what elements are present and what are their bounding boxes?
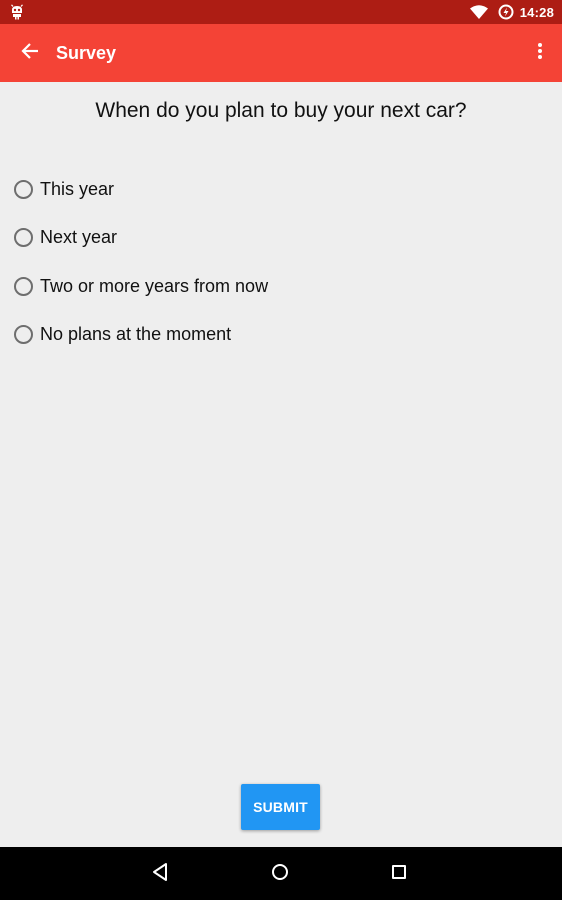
status-bar: 14:28 bbox=[0, 0, 562, 24]
battery-charging-icon bbox=[498, 4, 514, 20]
recents-square-icon bbox=[391, 864, 407, 885]
submit-button[interactable]: SUBMIT bbox=[241, 784, 320, 830]
home-circle-icon bbox=[271, 863, 289, 886]
option-two-or-more-years[interactable]: Two or more years from now bbox=[14, 271, 534, 301]
navigation-bar bbox=[0, 847, 562, 900]
option-next-year[interactable]: Next year bbox=[14, 223, 534, 253]
app-bar: Survey bbox=[0, 24, 562, 82]
option-label: Two or more years from now bbox=[40, 275, 269, 296]
survey-content: When do you plan to buy your next car? T… bbox=[0, 82, 562, 847]
survey-options: This year Next year Two or more years fr… bbox=[14, 174, 534, 368]
page-title: Survey bbox=[56, 43, 117, 63]
radio-button[interactable] bbox=[14, 179, 33, 199]
survey-question: When do you plan to buy your next car? bbox=[95, 99, 467, 122]
back-button[interactable] bbox=[14, 37, 46, 69]
radio-button[interactable] bbox=[14, 325, 33, 344]
option-label: No plans at the moment bbox=[40, 324, 232, 344]
back-triangle-icon bbox=[151, 862, 169, 887]
radio-button[interactable] bbox=[14, 228, 33, 247]
overflow-menu-button[interactable] bbox=[528, 37, 552, 69]
nav-home-button[interactable] bbox=[266, 860, 294, 888]
wifi-icon bbox=[469, 5, 488, 19]
arrow-back-icon bbox=[21, 42, 39, 64]
android-notification-icon bbox=[9, 4, 25, 20]
option-no-plans[interactable]: No plans at the moment bbox=[14, 320, 534, 350]
option-label: This year bbox=[40, 178, 115, 199]
more-vert-icon bbox=[537, 42, 543, 65]
status-clock: 14:28 bbox=[519, 4, 554, 20]
nav-back-button[interactable] bbox=[146, 860, 174, 888]
option-label: Next year bbox=[40, 227, 118, 247]
radio-button[interactable] bbox=[14, 276, 33, 296]
nav-recents-button[interactable] bbox=[385, 860, 413, 888]
option-this-year[interactable]: This year bbox=[14, 174, 534, 204]
